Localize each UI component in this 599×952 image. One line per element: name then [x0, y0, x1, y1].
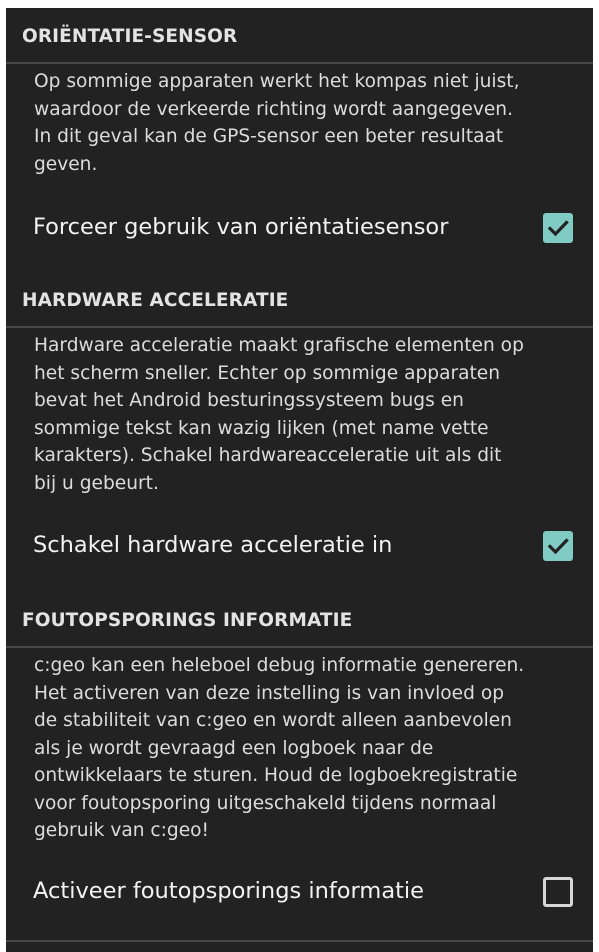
pref-enable-debug-information[interactable]: Activeer foutopsporings informatie — [6, 862, 593, 922]
section-divider — [6, 646, 593, 648]
summary-line: Op sommige apparaten werkt het kompas ni… — [34, 71, 520, 92]
section-title: ORIËNTATIE-SENSOR — [22, 26, 238, 47]
section-header-orientation-sensor: ORIËNTATIE-SENSOR — [6, 8, 593, 64]
section-divider — [6, 326, 593, 328]
section-title: HARDWARE ACCELERATIE — [22, 290, 289, 311]
summary-line: karakters). Schakel hardwareacceleratie … — [34, 445, 502, 466]
section-summary-orientation-sensor: Op sommige apparaten werkt het kompas ni… — [34, 68, 582, 178]
settings-screen: ORIËNTATIE-SENSOR Op sommige apparaten w… — [6, 8, 593, 952]
check-mark-icon — [547, 538, 569, 555]
summary-line: c:geo kan een heleboel debug informatie … — [34, 655, 525, 676]
pref-label: Schakel hardware acceleratie in — [33, 532, 393, 558]
summary-line: geven. — [34, 153, 98, 175]
summary-line: In dit geval kan de GPS-sensor een beter… — [34, 126, 504, 147]
section-header-debug-information: FOUTOPSPORINGS INFORMATIE — [6, 592, 593, 648]
summary-line: bij u gebeurt. — [34, 472, 159, 494]
section-summary-hardware-acceleration: Hardware acceleratie maakt grafische ele… — [34, 332, 582, 497]
checkbox-checked-icon[interactable] — [543, 213, 573, 243]
summary-line: als je wordt gevraagd een logboek naar d… — [34, 737, 434, 759]
section-divider — [6, 62, 593, 64]
pref-force-orientation-sensor[interactable]: Forceer gebruik van oriëntatiesensor — [6, 198, 593, 258]
check-mark-icon — [547, 220, 569, 237]
checkbox-unchecked-icon[interactable] — [543, 877, 573, 907]
summary-line: voor foutopsporing uitgeschakeld tijdens… — [34, 792, 497, 814]
summary-line: sommige tekst kan wazig lijken (met name… — [34, 417, 489, 439]
section-header-hardware-acceleration: HARDWARE ACCELERATIE — [6, 272, 593, 328]
summary-line: waardoor de verkeerde richting wordt aan… — [34, 98, 513, 120]
checkbox-checked-icon[interactable] — [543, 531, 573, 561]
pref-label: Forceer gebruik van oriëntatiesensor — [33, 214, 449, 240]
summary-line: ontwikkelaars te sturen. Houd de logboek… — [34, 765, 518, 786]
pref-enable-hardware-acceleration[interactable]: Schakel hardware acceleratie in — [6, 516, 593, 576]
list-divider — [6, 940, 593, 942]
summary-line: de stabiliteit van c:geo en wordt alleen… — [34, 710, 512, 731]
section-title: FOUTOPSPORINGS INFORMATIE — [22, 610, 353, 631]
pref-label: Activeer foutopsporings informatie — [33, 878, 425, 904]
summary-line: bevat het Android besturingssysteem bugs… — [34, 390, 464, 411]
summary-line: het scherm sneller. Echter op sommige ap… — [34, 362, 501, 384]
summary-line: gebruik van c:geo! — [34, 820, 209, 841]
summary-line: Het activeren van deze instelling is van… — [34, 682, 505, 704]
section-summary-debug-information: c:geo kan een heleboel debug informatie … — [34, 652, 582, 845]
summary-line: Hardware acceleratie maakt grafische ele… — [34, 335, 524, 356]
